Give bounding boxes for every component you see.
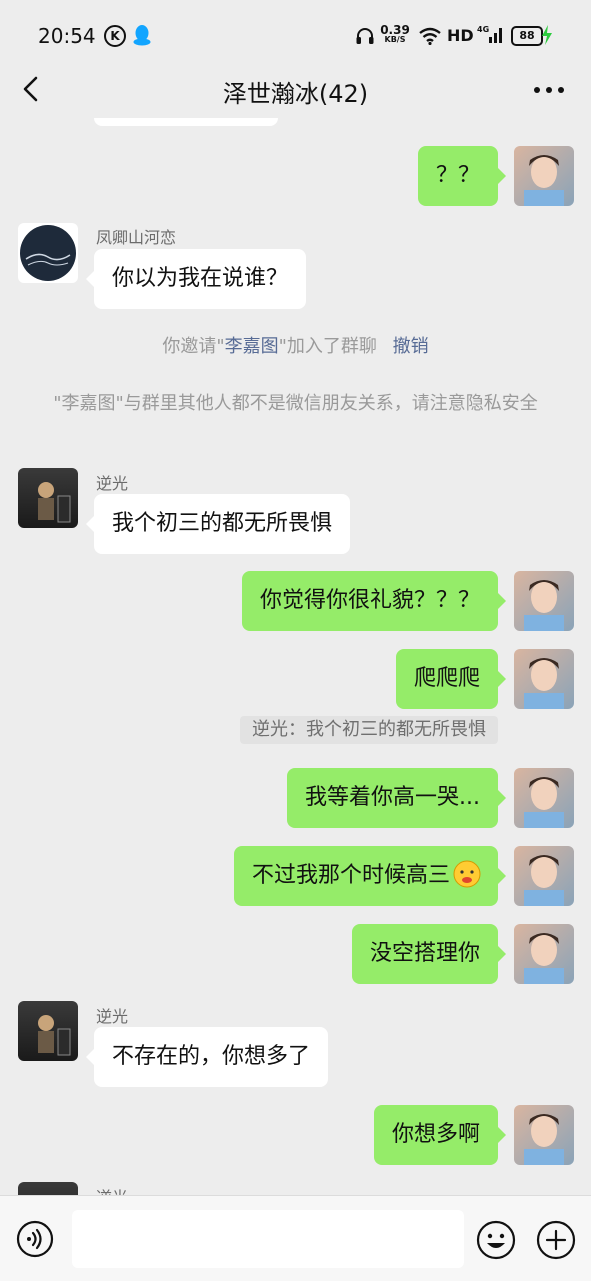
sender-avatar-niguang[interactable] [18,468,78,528]
headset-icon [356,28,374,44]
revoke-link[interactable]: 撤销 [393,336,429,357]
plus-icon[interactable] [536,1220,576,1260]
sender-name: 逆光 [96,474,129,493]
qq-penguin-icon [133,25,151,46]
self-avatar[interactable] [514,649,574,709]
message-bubble-outgoing[interactable]: 我等着你高一哭... [287,768,506,828]
voice-icon[interactable] [16,1220,54,1258]
system-notice-privacy: "李嘉图"与群里其他人都不是微信朋友关系，请注意隐私安全 [53,393,538,414]
message-bubble-incoming[interactable] [94,118,278,126]
self-avatar[interactable] [514,571,574,631]
blush-emoji-icon [453,860,481,888]
message-input[interactable] [72,1210,464,1268]
message-bubble-incoming[interactable]: 我个初三的都无所畏惧 [85,494,351,554]
emoji-icon[interactable] [476,1220,516,1260]
self-avatar[interactable] [514,146,574,206]
status-time: 20:54 [38,24,96,48]
invitee-link[interactable]: 李嘉图 [225,336,279,357]
self-avatar[interactable] [514,1105,574,1165]
signal-icon: 4G [477,25,502,43]
sender-avatar-niguang[interactable] [18,1001,78,1061]
self-avatar[interactable] [514,924,574,984]
svg-text:4G: 4G [477,25,489,34]
quoted-message[interactable]: 逆光：我个初三的都无所畏惧 [240,716,498,744]
system-notice-invite: 你邀请"李嘉图"加入了群聊 撤销 [162,336,429,357]
hd-indicator: HD [447,26,474,45]
message-bubble-outgoing[interactable]: 爬爬爬 [395,649,507,709]
sender-avatar-fengqing[interactable] [18,223,78,283]
sender-name: 逆光 [96,1184,128,1195]
wifi-icon [419,27,441,45]
sender-avatar-niguang[interactable] [18,1182,78,1195]
message-bubble-outgoing[interactable]: 你觉得你很礼貌？？？ [241,571,507,631]
message-bubble-outgoing[interactable]: 你想多啊 [373,1105,507,1165]
battery-indicator: 88 [511,26,543,46]
message-bubble-outgoing[interactable]: ？？ [417,146,507,206]
self-avatar[interactable] [514,846,574,906]
message-bubble-outgoing[interactable]: 没空搭理你 [351,924,507,984]
network-speed: 0.39 KB/S [380,23,410,44]
chat-header: 泽世瀚冰(42) [0,60,591,118]
self-avatar[interactable] [514,768,574,828]
message-bubble-incoming[interactable]: 你以为我在说谁？ [85,249,307,309]
message-bubble-incoming[interactable]: 不存在的，你想多了 [85,1027,329,1087]
message-list[interactable]: ？？ 凤卿山河恋 你以为我在说谁？ 你邀请"李嘉图"加入了群聊 撤销 "李嘉图"… [0,118,591,1195]
charging-bolt-icon [542,25,552,45]
chat-title: 泽世瀚冰(42) [222,80,369,108]
input-bar [0,1195,591,1281]
sender-name: 凤卿山河恋 [96,228,177,247]
sender-name: 逆光 [96,1007,129,1026]
k-app-icon: K [104,25,126,47]
more-icon[interactable] [532,80,566,100]
message-bubble-outgoing[interactable]: 不过我那个时候高三 [233,846,507,906]
